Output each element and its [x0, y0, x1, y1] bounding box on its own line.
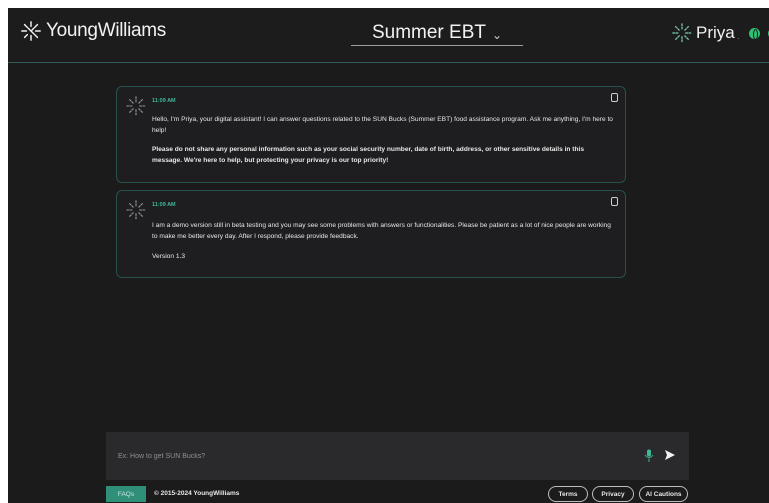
chevron-down-icon: ⌄: [491, 27, 503, 42]
ai-cautions-button[interactable]: AI Cautions: [639, 486, 688, 502]
microphone-icon[interactable]: [644, 449, 654, 463]
copyright-text: © 2015-2024 YoungWilliams: [154, 490, 240, 497]
bot-avatar-icon: [126, 96, 146, 116]
program-selector[interactable]: Summer EBT ⌄: [351, 20, 523, 46]
message-timestamp: 11:09 AM: [152, 98, 176, 104]
send-icon[interactable]: [664, 449, 676, 461]
privacy-button[interactable]: Privacy: [592, 486, 634, 502]
bot-avatar-icon: [126, 200, 146, 220]
app-header: YoungWilliams Summer EBT ⌄ Priya .: [8, 8, 769, 63]
window-top-edge: [0, 0, 769, 8]
terms-button[interactable]: Terms: [548, 486, 588, 502]
chat-message: 11:09 AM I am a demo version still in be…: [116, 190, 626, 278]
assistant-name: Priya: [696, 23, 735, 42]
page-title: Summer EBT: [371, 21, 486, 43]
privacy-warning-text: Please do not share any personal informa…: [152, 146, 585, 164]
chat-input[interactable]: [118, 449, 618, 463]
message-text: Hello, I'm Priya, your digital assistant…: [152, 116, 613, 134]
sparkle-logo-icon: [21, 21, 41, 41]
assistant-badge: Priya .: [671, 22, 769, 44]
version-text: Version 1.3: [152, 253, 185, 260]
copy-icon[interactable]: [611, 197, 618, 206]
brand-logo[interactable]: YoungWilliams: [20, 20, 166, 42]
brand-name: YoungWilliams: [46, 20, 167, 41]
globe-icon[interactable]: [748, 27, 760, 40]
app-footer: FAQs © 2015-2024 YoungWilliams Terms Pri…: [106, 486, 689, 502]
sparkle-logo-icon: [672, 23, 692, 43]
copy-icon[interactable]: [611, 93, 618, 102]
chat-message: 11:09 AM Hello, I'm Priya, your digital …: [116, 86, 626, 183]
message-timestamp: 11:09 AM: [152, 202, 176, 208]
faq-button[interactable]: FAQs: [106, 486, 146, 502]
assistant-name-suffix: .: [737, 34, 740, 41]
message-text: I am a demo version still in beta testin…: [152, 222, 611, 240]
window-left-edge: [0, 0, 8, 503]
chat-input-bar: [106, 432, 689, 480]
